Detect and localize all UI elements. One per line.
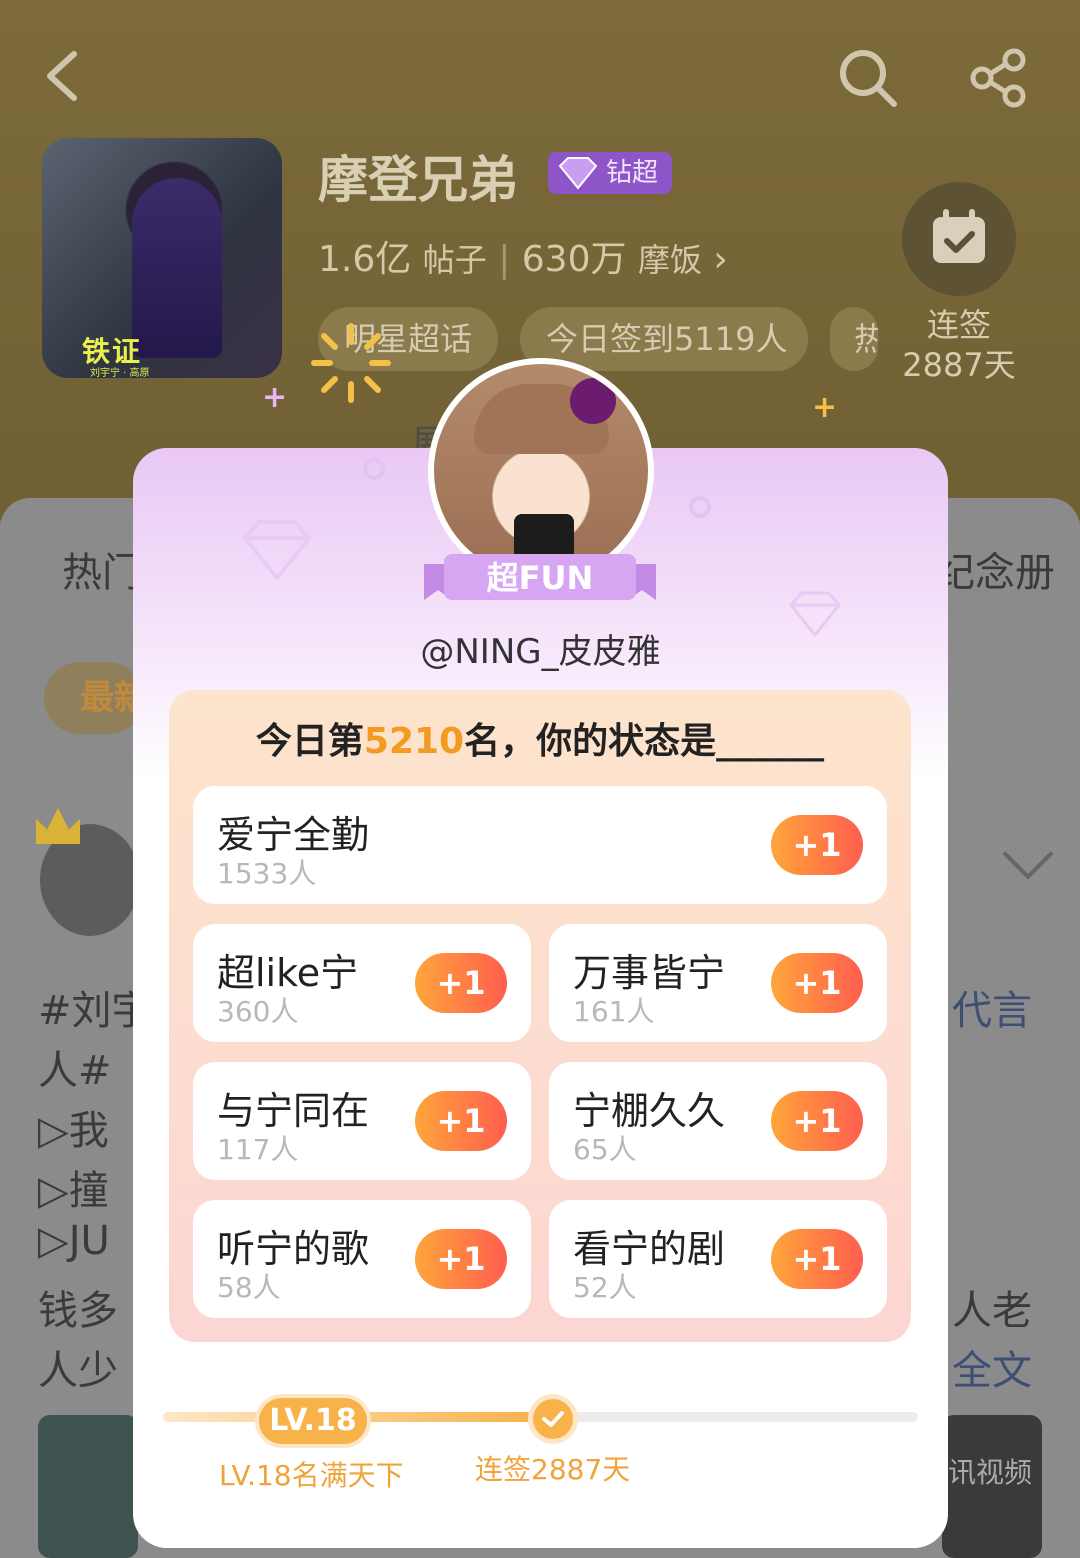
post-video[interactable]: 讯视频 (942, 1415, 1042, 1558)
video-source-label: 讯视频 (948, 1456, 1033, 1489)
share-icon[interactable] (966, 46, 1030, 110)
post-line: ▷撞 (38, 1168, 109, 1214)
checkin-label-text: 连签 (926, 306, 991, 344)
status-option-card[interactable]: 爱宁全勤 1533人 +1 (193, 786, 887, 904)
rank-number: 5210 (363, 721, 465, 762)
option-count: 117人 (217, 1133, 299, 1166)
tag-trending[interactable]: 热 (830, 307, 878, 371)
option-count: 65人 (573, 1133, 637, 1166)
status-option-card[interactable]: 看宁的剧 52人 +1 (549, 1200, 887, 1318)
plus-one-button[interactable]: +1 (771, 953, 863, 1013)
status-option-card[interactable]: 万事皆宁 161人 +1 (549, 924, 887, 1042)
cover-subtitle-text: 刘宇宁 · 高原 (90, 368, 150, 378)
post-line: 人少 (38, 1348, 118, 1394)
option-count: 161人 (573, 995, 655, 1028)
question-prefix: 今日第 (255, 721, 364, 762)
option-count: 58人 (217, 1271, 281, 1304)
question-suffix: 名，你的状态是______ (464, 721, 825, 762)
level-badge: LV.18 (259, 1398, 367, 1444)
posts-count: 1.6亿 (318, 239, 412, 280)
status-vote-panel: 今日第5210名，你的状态是______ 爱宁全勤 1533人 +1 超like… (169, 690, 911, 1342)
ribbon-label: 超FUN (486, 559, 594, 597)
option-count: 52人 (573, 1271, 637, 1304)
status-option-card[interactable]: 宁棚久久 65人 +1 (549, 1062, 887, 1180)
diamond-super-badge[interactable]: 钻超 (548, 152, 673, 194)
search-icon[interactable] (836, 46, 900, 110)
option-label: 听宁的歌 (217, 1227, 370, 1271)
option-label: 宁棚久久 (573, 1089, 726, 1133)
filter-latest[interactable]: 最新 (44, 662, 148, 734)
diamond-icon (558, 157, 598, 190)
option-label: 看宁的剧 (573, 1227, 726, 1271)
rank-question: 今日第5210名，你的状态是______ (169, 712, 911, 764)
fans-unit: 摩饭 (637, 241, 702, 279)
checkin-streak-label: 连签 2887天 (896, 305, 1022, 385)
plus-one-button[interactable]: +1 (415, 953, 507, 1013)
post-line: ▷JU (38, 1218, 110, 1264)
supertopic-stats[interactable]: 1.6亿 帖子 | 630万 摩饭 › (318, 230, 728, 282)
checkin-days-text: 2887天 (902, 346, 1016, 384)
option-count: 360人 (217, 995, 299, 1028)
status-option-card[interactable]: 与宁同在 117人 +1 (193, 1062, 531, 1180)
plus-one-button[interactable]: +1 (415, 1091, 507, 1151)
plus-sparkle-icon: + (262, 380, 288, 415)
post-line: ▷我 (38, 1108, 109, 1154)
option-label: 爱宁全勤 (217, 813, 370, 857)
post-line: 钱多 (38, 1288, 118, 1334)
username-label: @NING_皮皮雅 (420, 632, 661, 672)
sparkle-burst-icon (311, 323, 391, 403)
checkin-result-modal: @NING_皮皮雅 今日第5210名，你的状态是______ 爱宁全勤 1533… (133, 448, 948, 1548)
status-option-card[interactable]: 超like宁 360人 +1 (193, 924, 531, 1042)
calendar-check-icon (933, 209, 985, 263)
supertopic-title: 摩登兄弟 (318, 151, 518, 209)
avatar-flower (570, 378, 616, 424)
diamond-decoration-icon (242, 520, 312, 582)
supertopic-cover-image[interactable]: 铁证 刘宇宁 · 高原 (42, 138, 282, 378)
chevron-right-icon: › (713, 239, 728, 280)
tab-hot[interactable]: 热门 (62, 540, 142, 598)
posts-unit: 帖子 (422, 241, 487, 279)
status-option-card[interactable]: 听宁的歌 58人 +1 (193, 1200, 531, 1318)
back-arrow-icon[interactable] (36, 46, 96, 106)
checkin-button[interactable] (902, 182, 1016, 296)
plus-one-button[interactable]: +1 (415, 1229, 507, 1289)
level-caption: LV.18名满天下 (219, 1459, 404, 1492)
option-label: 超like宁 (217, 951, 359, 995)
option-label: 万事皆宁 (573, 951, 726, 995)
plus-one-button[interactable]: +1 (771, 815, 863, 875)
read-more-link[interactable]: 全文 (952, 1338, 1032, 1396)
post-line: 人# (38, 1048, 112, 1094)
cover-figure (132, 178, 222, 358)
circle-decoration (689, 496, 711, 518)
streak-caption: 连签2887天 (475, 1453, 631, 1486)
plus-one-button[interactable]: +1 (771, 1091, 863, 1151)
tab-album[interactable]: 纪念册 (935, 540, 1055, 598)
streak-check-icon (533, 1399, 573, 1439)
option-count: 1533人 (217, 857, 317, 890)
post-image[interactable] (38, 1415, 138, 1558)
plus-sparkle-icon: + (812, 390, 838, 425)
post-line: 人老 (952, 1288, 1032, 1334)
circle-decoration (363, 458, 385, 480)
post-line: 代言 (952, 988, 1032, 1034)
fans-count: 630万 (521, 239, 627, 280)
plus-one-button[interactable]: +1 (771, 1229, 863, 1289)
option-label: 与宁同在 (217, 1089, 370, 1133)
badge-label: 钻超 (606, 158, 659, 188)
